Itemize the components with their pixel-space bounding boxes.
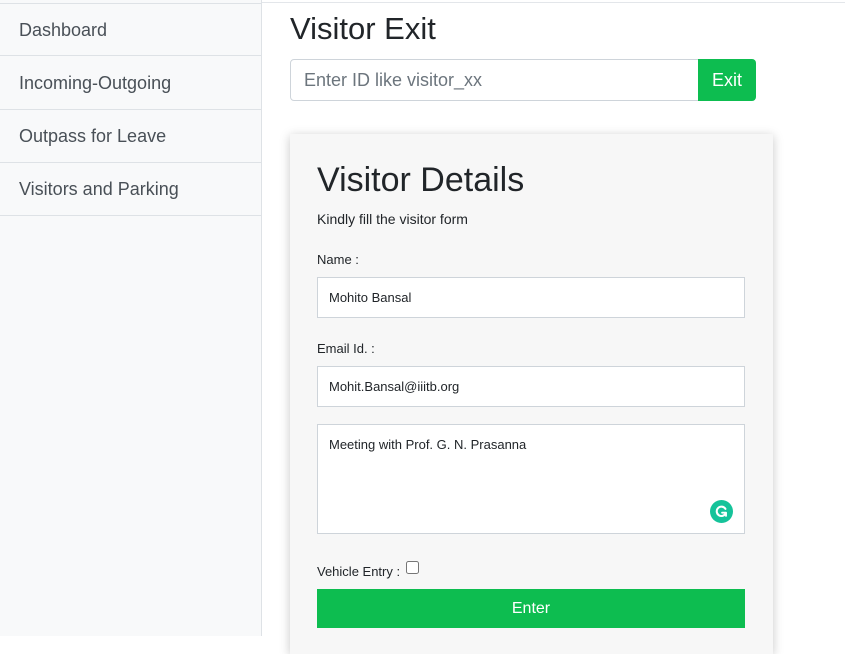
visitor-details-card: Visitor Details Kindly fill the visitor … <box>290 134 773 654</box>
sidebar-item-visitors-and-parking[interactable]: Visitors and Parking <box>0 163 261 216</box>
sidebar-item-incoming-outgoing[interactable]: Incoming-Outgoing <box>0 57 261 110</box>
vehicle-entry-checkbox[interactable] <box>406 561 419 574</box>
form-title: Visitor Details <box>317 161 525 199</box>
name-label: Name : <box>317 252 359 267</box>
form-subtitle: Kindly fill the visitor form <box>317 211 468 227</box>
exit-button[interactable]: Exit <box>698 59 756 101</box>
visitor-id-input[interactable] <box>290 59 699 101</box>
sidebar: Dashboard Incoming-Outgoing Outpass for … <box>0 0 262 636</box>
email-field[interactable] <box>317 366 745 407</box>
enter-button[interactable]: Enter <box>317 589 745 628</box>
top-divider <box>262 2 845 3</box>
sidebar-item-outpass-for-leave[interactable]: Outpass for Leave <box>0 110 261 163</box>
name-field[interactable] <box>317 277 745 318</box>
grammarly-icon[interactable] <box>710 500 733 523</box>
email-label: Email Id. : <box>317 341 375 356</box>
vehicle-entry-label: Vehicle Entry : <box>317 564 401 579</box>
sidebar-item-dashboard[interactable]: Dashboard <box>0 3 261 56</box>
page-title: Visitor Exit <box>290 11 436 46</box>
purpose-textarea[interactable]: Meeting with Prof. G. N. Prasanna <box>317 424 745 534</box>
